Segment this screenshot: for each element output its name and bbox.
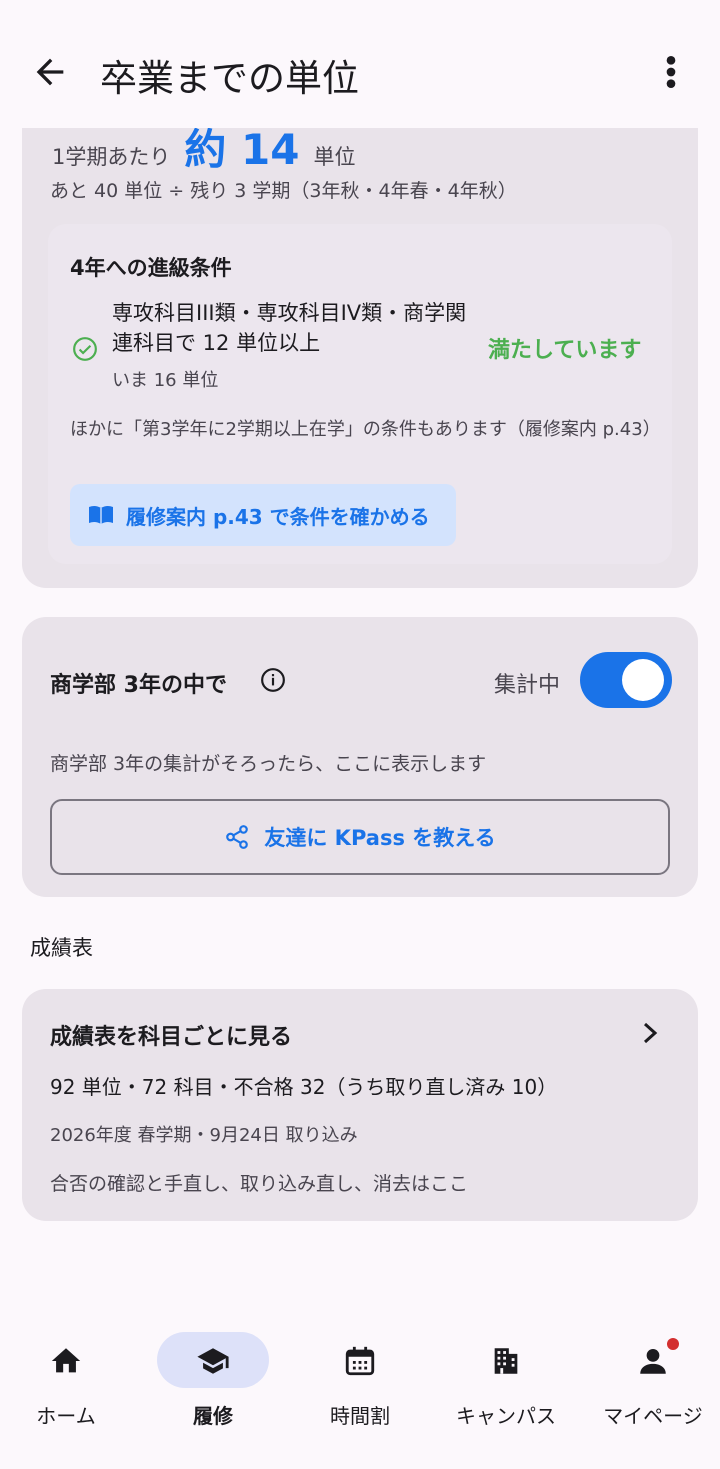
share-kpass-button[interactable]: 友達に KPass を教える	[50, 799, 670, 875]
building-icon	[494, 1348, 518, 1374]
peer-comparison-card: 商学部 3年の中で 集計中 商学部 3年の集計がそろったら、ここに表示します 友…	[22, 617, 698, 897]
person-icon	[640, 1348, 666, 1374]
graduation-cap-icon	[197, 1348, 229, 1374]
grades-section-title: 成績表	[30, 936, 93, 960]
status-satisfied: 満たしています	[488, 338, 642, 363]
nav-label-courses: 履修	[193, 1404, 233, 1428]
nav-item-courses[interactable]: 履修	[141, 1332, 285, 1442]
transcript-imported: 2026年度 春学期・9月24日 取り込み	[50, 1125, 358, 1146]
nav-item-timetable[interactable]: 時間割	[288, 1332, 432, 1442]
nav-label-home: ホーム	[36, 1404, 96, 1428]
more-vert-icon[interactable]	[656, 52, 686, 92]
nav-label-campus: キャンパス	[456, 1404, 556, 1428]
aggregate-toggle[interactable]	[580, 652, 672, 708]
nav-label-timetable: 時間割	[330, 1404, 390, 1428]
promotion-heading: 4年への進級条件	[70, 256, 232, 280]
home-icon	[51, 1348, 81, 1373]
per-term-prefix: 1学期あたり	[52, 145, 171, 169]
calendar-icon	[345, 1346, 375, 1376]
share-kpass-label: 友達に KPass を教える	[264, 826, 496, 850]
app-bar: 卒業までの単位	[0, 0, 720, 128]
transcript-summary: 92 単位・72 科目・不合格 32（うち取り直し済み 10）	[50, 1075, 558, 1099]
per-term-unit: 単位	[313, 145, 356, 169]
current-credits: いま 16 単位	[112, 370, 219, 391]
nav-item-home[interactable]: ホーム	[0, 1332, 138, 1442]
book-icon	[89, 505, 113, 524]
bottom-navigation: ホーム 履修 時間割 キャンパス マイページ	[0, 1312, 720, 1469]
check-guide-button[interactable]: 履修案内 p.43 で条件を確かめる	[70, 484, 456, 546]
aggregate-label: 集計中	[494, 673, 561, 698]
promotion-condition-text: 専攻科目III類・専攻科目IV類・商学関連科目で 12 単位以上	[112, 301, 467, 355]
notification-badge	[667, 1338, 679, 1350]
transcript-heading: 成績表を科目ごとに見る	[50, 1025, 293, 1050]
check-circle-icon	[73, 337, 97, 361]
info-icon[interactable]	[260, 667, 286, 693]
credit-plan-card: 1学期あたり 約 14 単位 あと 40 単位 ÷ 残り 3 学期（3年秋・4年…	[22, 90, 698, 588]
nav-item-campus[interactable]: キャンパス	[434, 1332, 578, 1442]
check-guide-label: 履修案内 p.43 で条件を確かめる	[126, 504, 430, 529]
transcript-card[interactable]: 成績表を科目ごとに見る 92 単位・72 科目・不合格 32（うち取り直し済み …	[22, 989, 698, 1221]
back-arrow-icon[interactable]	[30, 52, 70, 92]
share-icon	[226, 825, 249, 849]
chevron-right-icon	[643, 1022, 658, 1044]
promotion-note: ほかに「第3学年に2学期以上在学」の条件もあります（履修案内 p.43）	[70, 419, 661, 440]
peer-heading: 商学部 3年の中で	[50, 673, 227, 698]
transcript-hint: 合否の確認と手直し、取り込み直し、消去はここ	[50, 1173, 469, 1195]
promotion-condition-box: 4年への進級条件 専攻科目III類・専攻科目IV類・商学関連科目で 12 単位以…	[48, 224, 672, 564]
peer-description: 商学部 3年の集計がそろったら、ここに表示します	[50, 753, 487, 775]
page-title: 卒業までの単位	[100, 57, 359, 100]
credit-formula: あと 40 単位 ÷ 残り 3 学期（3年秋・4年春・4年秋）	[50, 180, 517, 202]
toggle-knob	[622, 659, 664, 701]
nav-item-mypage[interactable]: マイページ	[581, 1332, 720, 1442]
nav-label-mypage: マイページ	[603, 1404, 703, 1428]
